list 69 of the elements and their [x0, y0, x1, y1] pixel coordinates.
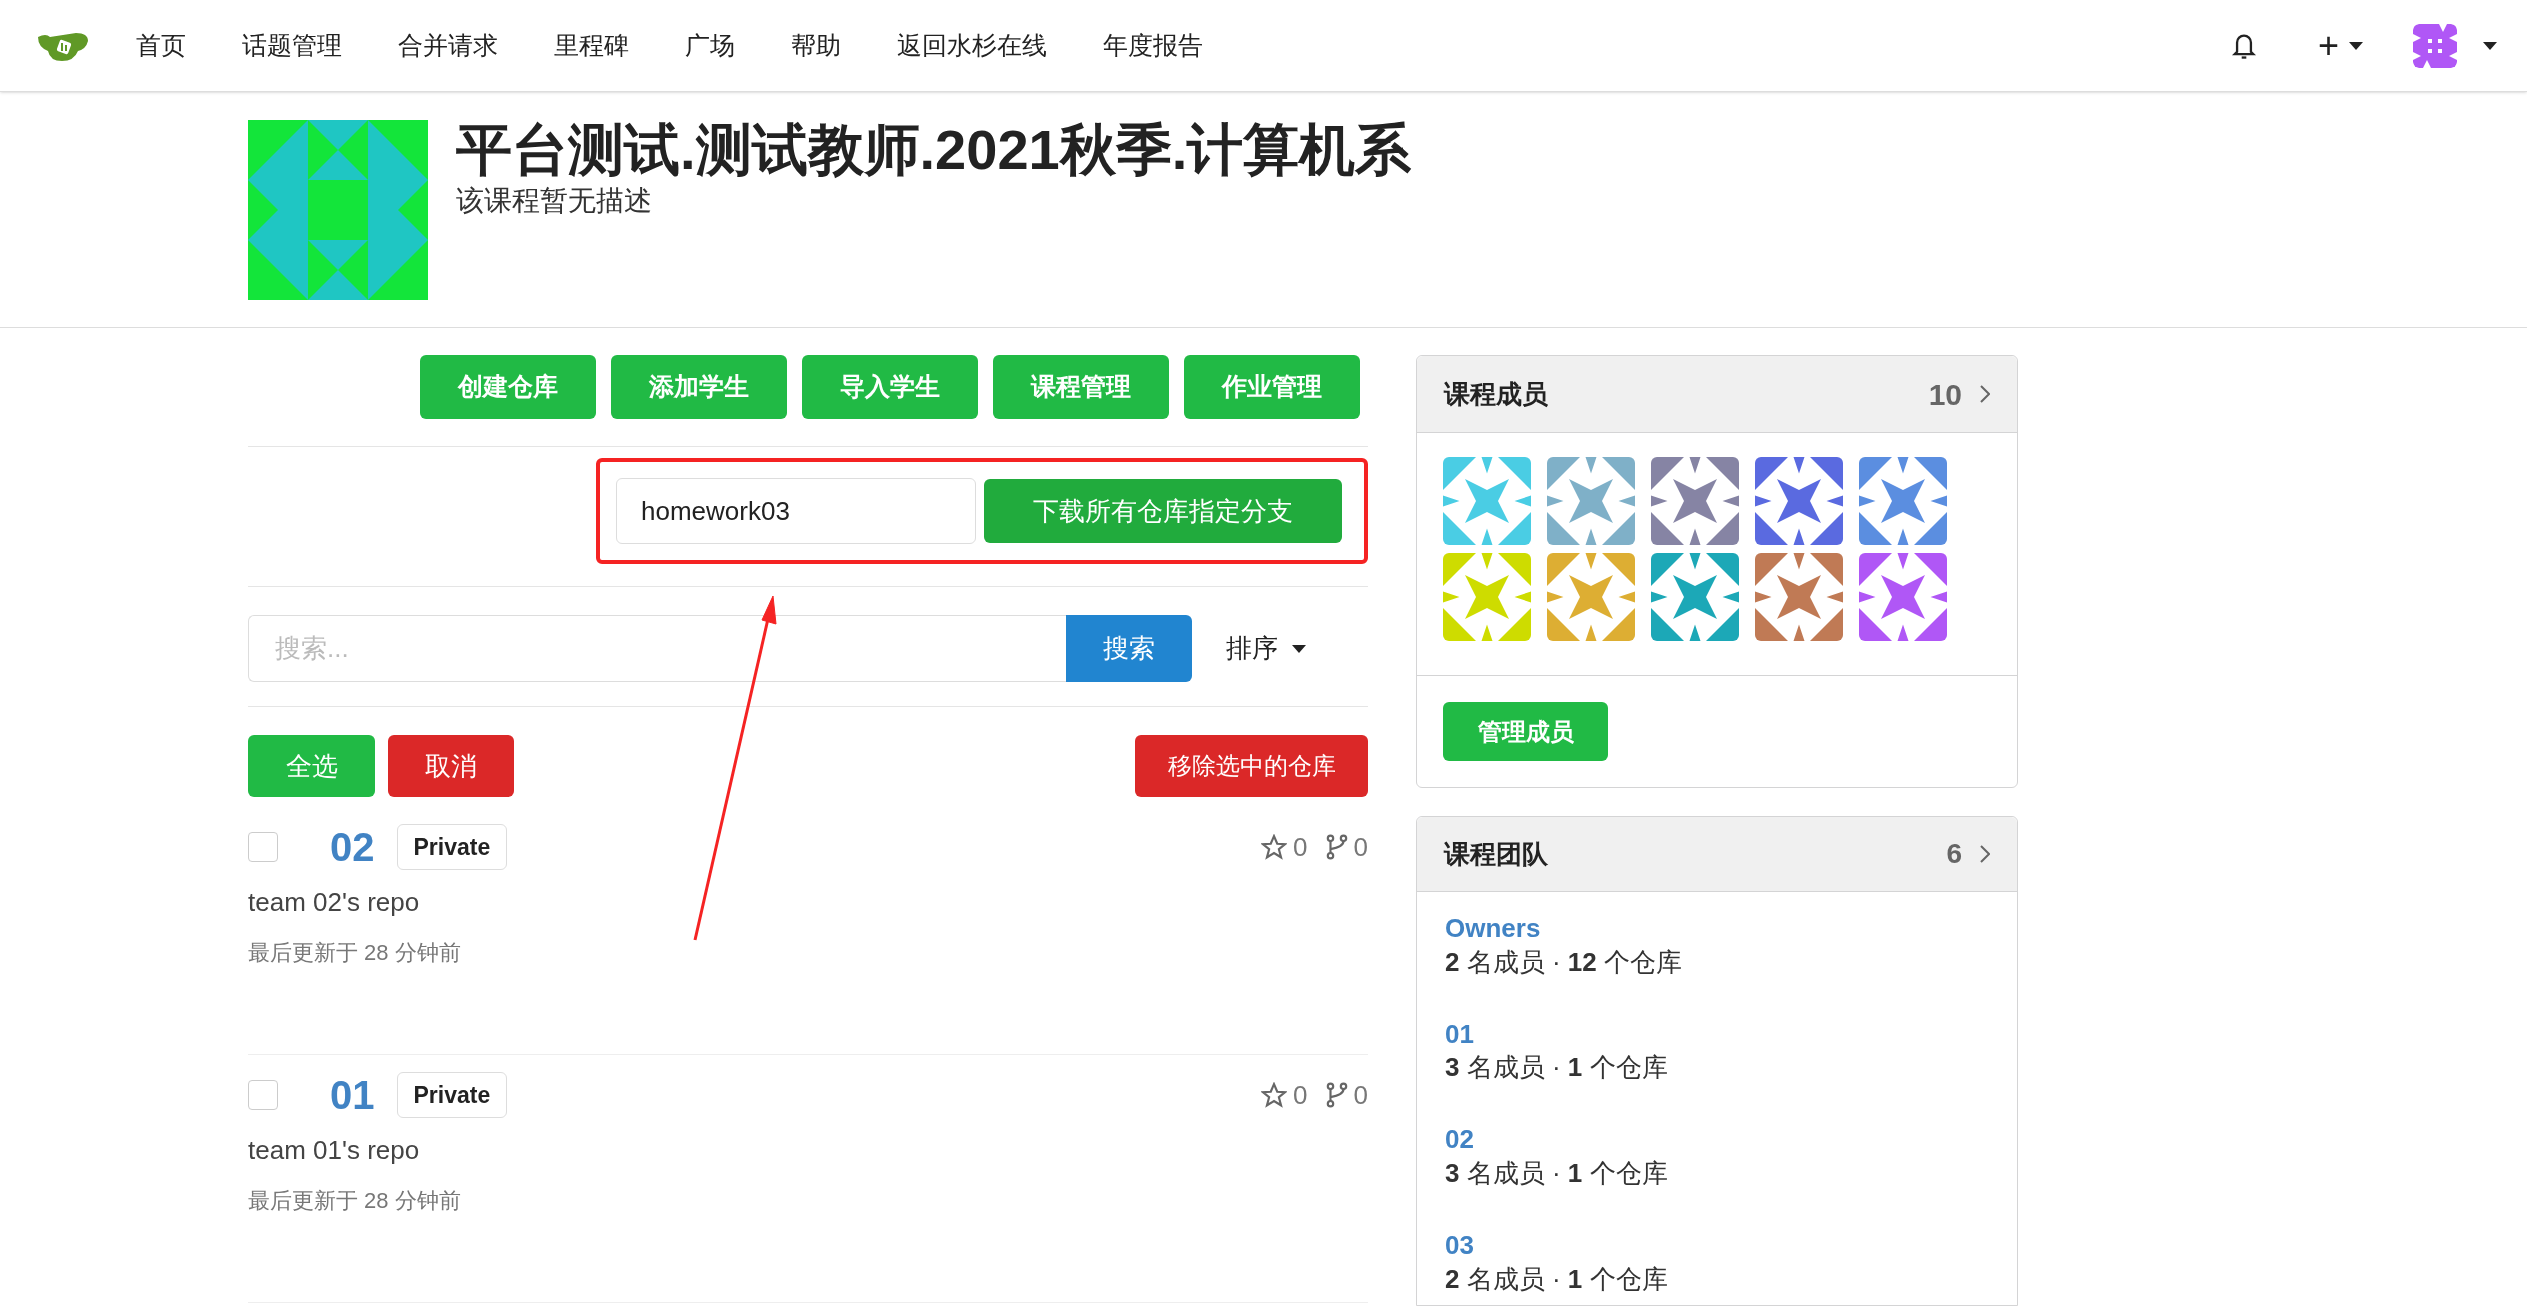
select-all-button[interactable]: 全选 — [248, 735, 375, 797]
create-menu-button[interactable]: + — [2317, 27, 2363, 64]
last-updated: 最后更新于 28 分钟前 — [248, 939, 462, 967]
caret-icon[interactable] — [2483, 41, 2497, 50]
branch-input[interactable]: homework03 — [616, 478, 976, 544]
action-button[interactable]: 课程管理 — [993, 355, 1169, 419]
course-title: 平台测试.测试教师.2021秋季.计算机系 — [456, 117, 1412, 183]
visibility-label: Private — [396, 1072, 508, 1118]
manage-members-button[interactable]: 管理成员 — [1443, 702, 1608, 761]
nav-link[interactable]: 年度报告 — [1075, 26, 1231, 65]
member-avatar[interactable] — [1651, 553, 1739, 641]
checkbox[interactable] — [248, 1080, 278, 1110]
chevron-right-icon[interactable] — [1980, 845, 1990, 863]
remove-selected-button[interactable]: 移除选中的仓库 — [1135, 735, 1368, 797]
nav-link[interactable]: 首页 — [108, 26, 214, 65]
nav-link[interactable]: 帮助 — [763, 26, 869, 65]
member-avatar[interactable] — [1547, 457, 1635, 545]
user-avatar[interactable] — [2413, 23, 2457, 68]
action-button[interactable]: 创建仓库 — [420, 355, 596, 419]
team-count: 6 — [1946, 837, 1962, 871]
repo-description: team 01's repo — [248, 1134, 421, 1167]
action-button[interactable]: 导入学生 — [802, 355, 978, 419]
team-link[interactable]: 02 — [1445, 1123, 1474, 1157]
star-count: 0 — [1293, 830, 1308, 864]
team-stats: 3 名成员 · 1 个仓库 — [1445, 1051, 1668, 1085]
member-avatar[interactable] — [1755, 553, 1843, 641]
panel-title: 课程成员 — [1444, 377, 1548, 411]
action-button[interactable]: 作业管理 — [1184, 355, 1360, 419]
member-avatar[interactable] — [1859, 457, 1947, 545]
member-avatar[interactable] — [1755, 457, 1843, 545]
fork-count: 0 — [1353, 830, 1368, 864]
action-button[interactable]: 添加学生 — [611, 355, 787, 419]
search-button[interactable]: 搜索 — [1066, 615, 1192, 682]
fork-icon[interactable] — [1325, 1082, 1348, 1108]
course-description: 该课程暂无描述 — [456, 184, 653, 219]
member-avatar[interactable] — [1859, 553, 1947, 641]
repo-name-link[interactable]: 02 — [330, 827, 375, 867]
team-link[interactable]: Owners — [1445, 912, 1541, 946]
team-link[interactable]: 03 — [1445, 1228, 1474, 1263]
nav-link[interactable]: 广场 — [657, 26, 763, 65]
nav-link[interactable]: 合并请求 — [370, 26, 526, 65]
member-avatar[interactable] — [1547, 553, 1635, 641]
repo-name-link[interactable]: 01 — [330, 1075, 375, 1115]
member-count: 10 — [1928, 376, 1962, 413]
team-stats: 2 名成员 · 1 个仓库 — [1445, 1262, 1668, 1296]
panel-title: 课程团队 — [1444, 837, 1548, 871]
nav-link[interactable]: 里程碑 — [526, 26, 657, 65]
team-stats: 2 名成员 · 12 个仓库 — [1445, 945, 1682, 979]
search-field[interactable]: 搜索... — [248, 615, 1066, 682]
checkbox[interactable] — [248, 832, 278, 862]
caret-icon[interactable] — [2349, 41, 2363, 50]
team-stats: 3 名成员 · 1 个仓库 — [1445, 1157, 1668, 1190]
team-link[interactable]: 01 — [1445, 1017, 1474, 1052]
cancel-button[interactable]: 取消 — [388, 735, 514, 797]
repo-description: team 02's repo — [248, 886, 421, 919]
chevron-right-icon[interactable] — [1980, 385, 1990, 403]
nav-link[interactable]: 返回水杉在线 — [869, 26, 1075, 65]
fork-count: 0 — [1353, 1078, 1368, 1112]
sort-dropdown[interactable]: 排序 — [1226, 629, 1306, 668]
caret-icon[interactable] — [1292, 644, 1306, 653]
last-updated: 最后更新于 28 分钟前 — [248, 1187, 462, 1215]
download-branch-button[interactable]: 下载所有仓库指定分支 — [984, 479, 1342, 543]
star-icon[interactable] — [1261, 834, 1288, 860]
nav-link[interactable]: 话题管理 — [214, 26, 370, 65]
star-icon[interactable] — [1261, 1082, 1288, 1108]
star-count: 0 — [1293, 1078, 1308, 1112]
member-avatar[interactable] — [1651, 457, 1739, 545]
fork-icon[interactable] — [1325, 834, 1348, 860]
visibility-label: Private — [396, 824, 508, 870]
